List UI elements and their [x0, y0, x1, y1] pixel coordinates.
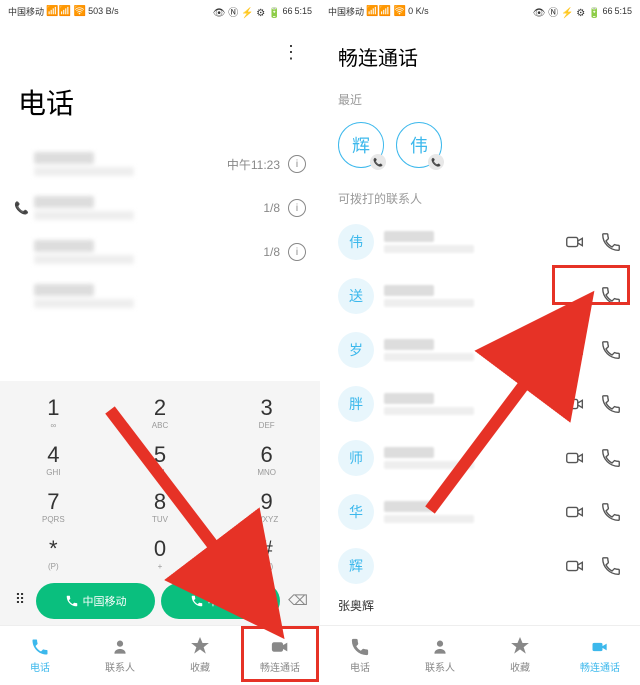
dial-key-1[interactable]: 1∞ [0, 389, 107, 436]
nav-phone[interactable]: 电话 [0, 626, 80, 685]
outgoing-call-icon: 📞 [14, 201, 28, 215]
more-menu-icon[interactable]: ⋮ [282, 42, 300, 63]
nav-contacts[interactable]: 联系人 [400, 626, 480, 685]
recent-contact[interactable]: 辉📞 [338, 122, 384, 168]
contact-row[interactable]: 伟 [334, 215, 626, 269]
info-icon[interactable]: i [288, 155, 306, 173]
grid-icon[interactable]: ⠿ [10, 591, 30, 611]
status-bar: 中国移动 📶📶 🛜 503 B/s 👁 Ⓝ ⚡ ⚙ 🔋66 5:15 [0, 0, 320, 22]
dial-key-4[interactable]: 4GHI [0, 436, 107, 483]
voice-call-icon[interactable] [600, 231, 622, 253]
dialable-label: 可拨打的联系人 [320, 182, 640, 215]
signal-icons: 📶📶 🛜 [46, 6, 86, 17]
recent-contacts: 辉📞 伟📞 [320, 116, 640, 182]
signal-icons: 📶📶 🛜 [366, 6, 406, 17]
net-speed: 503 B/s [88, 6, 119, 16]
voice-call-icon[interactable] [600, 555, 622, 577]
voice-call-icon[interactable] [600, 447, 622, 469]
avatar: 师 [338, 440, 374, 476]
nav-label: 收藏 [510, 659, 530, 674]
phone-badge-icon: 📞 [370, 154, 386, 170]
nav-label: 畅连通话 [580, 659, 620, 674]
carrier-label: 中国移动 [8, 5, 44, 18]
dial-key-star[interactable]: *(P) [0, 530, 107, 577]
call-date: 1/8 [263, 201, 280, 215]
dial-key-7[interactable]: 7PQRS [0, 483, 107, 530]
avatar: 送 [338, 278, 374, 314]
avatar: 辉 [338, 548, 374, 584]
call-log-item[interactable]: 中午11:23 i [14, 142, 306, 186]
avatar: 伟 [338, 224, 374, 260]
nav-label: 电话 [30, 659, 50, 674]
carrier-label: 中国移动 [328, 5, 364, 18]
nav-label: 收藏 [190, 659, 210, 674]
annotation-arrow-1 [100, 400, 300, 650]
battery: 66 [602, 6, 612, 16]
nav-label: 联系人 [105, 659, 135, 674]
recent-contact[interactable]: 伟📞 [396, 122, 442, 168]
info-icon[interactable]: i [288, 243, 306, 261]
call-date: 1/8 [263, 245, 280, 259]
status-bar: 中国移动 📶📶 🛜 0 K/s 👁 Ⓝ ⚡ ⚙ 🔋66 5:15 [320, 0, 640, 22]
video-call-icon[interactable] [564, 555, 586, 577]
call-log-item[interactable]: 📞 1/8 i [14, 186, 306, 230]
recent-label: 最近 [320, 83, 640, 116]
contact-row[interactable]: 辉 [334, 539, 626, 593]
voice-call-icon[interactable] [600, 339, 622, 361]
page-title: 畅连通话 [320, 22, 640, 83]
net-speed: 0 K/s [408, 6, 429, 16]
info-icon[interactable]: i [288, 199, 306, 217]
nav-label: 电话 [350, 659, 370, 674]
annotation-arrow-2 [420, 290, 600, 520]
status-icons: 👁 Ⓝ ⚡ ⚙ 🔋 [213, 4, 281, 19]
avatar: 岁 [338, 332, 374, 368]
nav-meetime[interactable]: 畅连通话 [560, 626, 640, 685]
contact-name-visible: 张奥辉 [320, 593, 640, 618]
clock: 5:15 [294, 6, 312, 16]
call-time: 中午11:23 [227, 156, 280, 173]
nav-phone[interactable]: 电话 [320, 626, 400, 685]
nav-label: 联系人 [425, 659, 455, 674]
avatar: 华 [338, 494, 374, 530]
video-call-icon[interactable] [564, 231, 586, 253]
page-title: 电话 [0, 22, 320, 142]
battery: 66 [282, 6, 292, 16]
nav-favorites[interactable]: 收藏 [480, 626, 560, 685]
avatar: 胖 [338, 386, 374, 422]
clock: 5:15 [614, 6, 632, 16]
voice-call-icon[interactable] [600, 501, 622, 523]
recent-calls-list: 中午11:23 i 📞 1/8 i 1/8 i [0, 142, 320, 318]
call-log-item[interactable]: 1/8 i [14, 230, 306, 274]
voice-call-icon[interactable] [600, 393, 622, 415]
phone-badge-icon: 📞 [428, 154, 444, 170]
call-log-item[interactable] [14, 274, 306, 318]
status-icons: 👁 Ⓝ ⚡ ⚙ 🔋 [533, 4, 601, 19]
bottom-nav: 电话 联系人 收藏 畅连通话 [320, 625, 640, 685]
